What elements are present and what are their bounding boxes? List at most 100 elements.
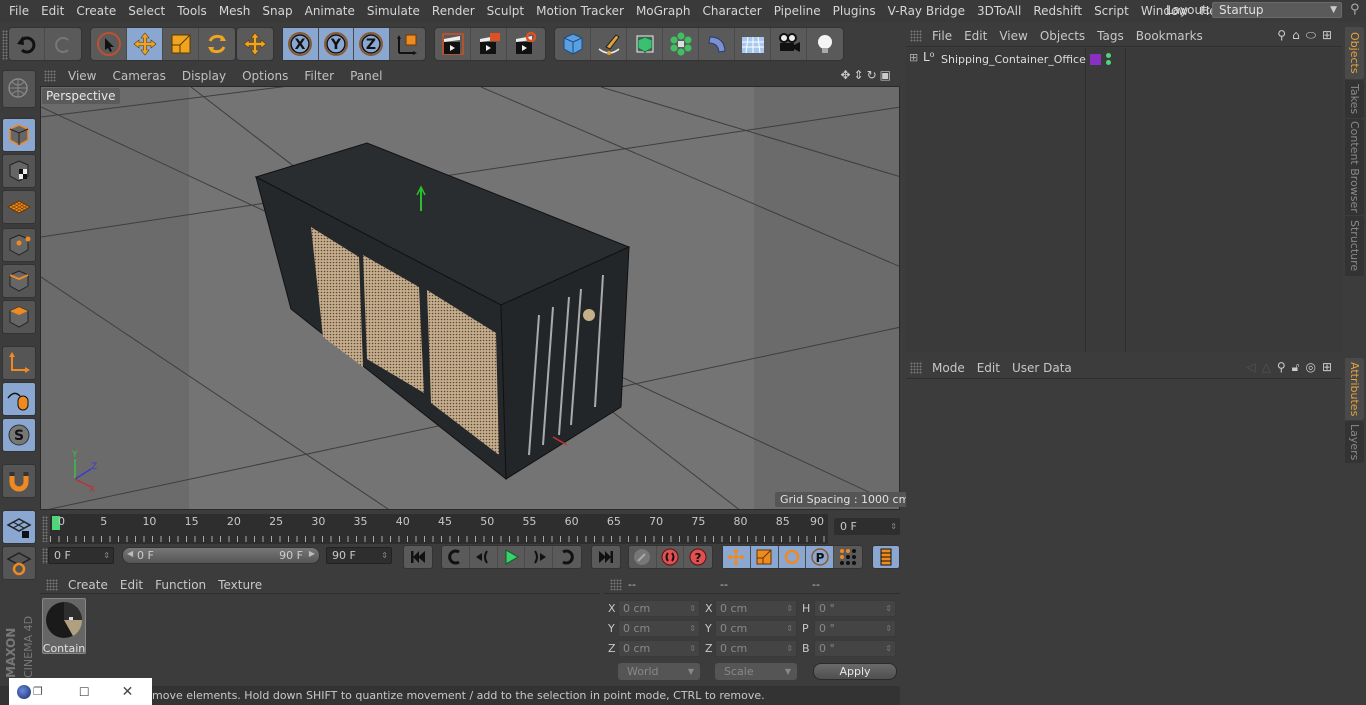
menu-file[interactable]: File — [0, 4, 35, 18]
key-parameter-button[interactable]: P — [806, 546, 835, 568]
recent-tool-button[interactable] — [237, 28, 273, 60]
size-y-field[interactable]: 0 cm ⇕ — [715, 620, 797, 637]
locked-workplane-button[interactable] — [2, 510, 36, 544]
menu-3dtoall[interactable]: 3DToAll — [971, 4, 1027, 18]
objects-menu-file[interactable]: File — [926, 29, 958, 43]
coordinate-system-button[interactable] — [390, 28, 425, 60]
next-key-button[interactable] — [553, 546, 581, 568]
target-icon[interactable]: ◎ — [1305, 360, 1321, 374]
viewport-menu-view[interactable]: View — [60, 69, 104, 83]
texture-mode-button[interactable] — [2, 154, 36, 188]
key-scale-button[interactable] — [750, 546, 779, 568]
viewport-menu-panel[interactable]: Panel — [342, 69, 390, 83]
menu-select[interactable]: Select — [122, 4, 171, 18]
range-right-arrow-icon[interactable]: ▶ — [309, 549, 315, 558]
object-manager-grip[interactable] — [910, 30, 922, 42]
start-frame-field[interactable]: 0 F ⇕ — [48, 547, 114, 564]
tab-attributes[interactable]: Attributes — [1345, 358, 1364, 420]
tab-content-browser[interactable]: Content Browser — [1345, 119, 1364, 215]
rotate-tool-button[interactable] — [199, 28, 235, 60]
attributes-menu-edit[interactable]: Edit — [971, 361, 1006, 375]
pos-x-field[interactable]: 0 cm ⇕ — [618, 600, 700, 617]
floor-button[interactable] — [735, 28, 771, 60]
search-icon[interactable]: ⚲ — [1277, 28, 1292, 42]
y-axis-button[interactable]: Y — [318, 28, 354, 60]
key-pla-button[interactable] — [834, 546, 862, 568]
scale-tool-button[interactable] — [163, 28, 199, 60]
make-editable-button[interactable] — [2, 70, 36, 108]
points-mode-button[interactable] — [2, 228, 36, 262]
material-menu-texture[interactable]: Texture — [212, 578, 268, 592]
camera-button[interactable] — [771, 28, 807, 60]
deformer-button[interactable] — [699, 28, 735, 60]
goto-start-button[interactable] — [404, 546, 432, 568]
tweak-mode-button[interactable] — [2, 382, 36, 416]
new-panel-icon[interactable]: ⊞ — [1322, 28, 1338, 42]
auto-key-button[interactable]: ? — [684, 546, 712, 568]
zoom-view-icon[interactable]: ⇕ — [854, 68, 867, 82]
objects-menu-objects[interactable]: Objects — [1034, 29, 1091, 43]
material-menu-create[interactable]: Create — [62, 578, 114, 592]
render-visibility-dot[interactable] — [1106, 60, 1111, 65]
search-icon[interactable]: ⚲ — [1350, 2, 1360, 17]
menu-simulate[interactable]: Simulate — [361, 4, 426, 18]
viewport-menu-filter[interactable]: Filter — [296, 69, 342, 83]
menu-mesh[interactable]: Mesh — [213, 4, 257, 18]
key-position-button[interactable] — [723, 546, 751, 568]
layout-select[interactable]: Startup ▼ — [1212, 2, 1342, 18]
coordinate-space-select[interactable]: World ▼ — [618, 663, 700, 680]
light-button[interactable] — [807, 28, 843, 60]
z-axis-button[interactable]: Z — [354, 28, 390, 60]
viewport-menu-cameras[interactable]: Cameras — [104, 69, 173, 83]
coordinate-mode-select[interactable]: Scale ▼ — [715, 663, 797, 680]
home-icon[interactable]: ⌂ — [1292, 28, 1306, 42]
play-button[interactable] — [498, 546, 526, 568]
pan-view-icon[interactable]: ✥ — [840, 68, 853, 82]
expand-icon[interactable]: ⊞ — [909, 51, 918, 64]
menu-sculpt[interactable]: Sculpt — [481, 4, 530, 18]
menu-character[interactable]: Character — [696, 4, 767, 18]
end-frame-field[interactable]: 90 F ⇕ — [326, 547, 392, 564]
object-row[interactable]: ⊞ L⁰ Shipping_Container_Office — [906, 48, 1342, 70]
subdivision-button[interactable] — [627, 28, 663, 60]
menu-render[interactable]: Render — [426, 4, 481, 18]
render-settings-button[interactable] — [507, 28, 543, 60]
magnet-button[interactable] — [2, 464, 36, 498]
prev-key-button[interactable] — [442, 546, 470, 568]
object-axis-button[interactable] — [2, 346, 36, 380]
material-menu-function[interactable]: Function — [149, 578, 212, 592]
menu-create[interactable]: Create — [70, 4, 122, 18]
material-menu-edit[interactable]: Edit — [114, 578, 149, 592]
objects-menu-tags[interactable]: Tags — [1091, 29, 1130, 43]
next-frame-button[interactable] — [525, 546, 554, 568]
move-tool-button[interactable] — [127, 28, 163, 60]
cube-button[interactable] — [555, 28, 591, 60]
timeline-grip[interactable] — [42, 516, 48, 542]
menu-edit[interactable]: Edit — [35, 4, 70, 18]
tab-objects[interactable]: Objects — [1345, 27, 1364, 79]
undo-button[interactable] — [9, 28, 45, 60]
objects-menu-view[interactable]: View — [993, 29, 1033, 43]
timeline-window-button[interactable] — [873, 546, 899, 568]
viewport-menu-options[interactable]: Options — [234, 69, 296, 83]
close-icon[interactable]: ✕ — [122, 684, 134, 700]
snap-button[interactable]: S — [2, 418, 36, 452]
render-to-picture-viewer-button[interactable] — [471, 28, 507, 60]
rotate-view-icon[interactable]: ↻ — [867, 68, 880, 82]
menu-vray-bridge[interactable]: V-Ray Bridge — [882, 4, 971, 18]
editor-visibility-dot[interactable] — [1106, 53, 1111, 58]
x-axis-button[interactable]: X — [283, 28, 319, 60]
menu-animate[interactable]: Animate — [299, 4, 361, 18]
model-mode-button[interactable] — [2, 118, 36, 152]
range-left-arrow-icon[interactable]: ◀ — [127, 549, 133, 558]
render-view-button[interactable] — [435, 28, 471, 60]
menu-tools[interactable]: Tools — [171, 4, 213, 18]
size-x-field[interactable]: 0 cm ⇕ — [715, 600, 797, 617]
preview-range-slider[interactable]: ◀ 0 F 90 F ▶ — [122, 547, 320, 564]
menu-pipeline[interactable]: Pipeline — [768, 4, 827, 18]
rot-p-field[interactable]: 0 ° ⇕ — [814, 620, 896, 637]
menu-snap[interactable]: Snap — [256, 4, 298, 18]
maximize-view-icon[interactable]: ▣ — [880, 68, 894, 82]
maximize-icon[interactable]: ☐ — [79, 685, 90, 699]
goto-end-button[interactable] — [592, 546, 620, 568]
